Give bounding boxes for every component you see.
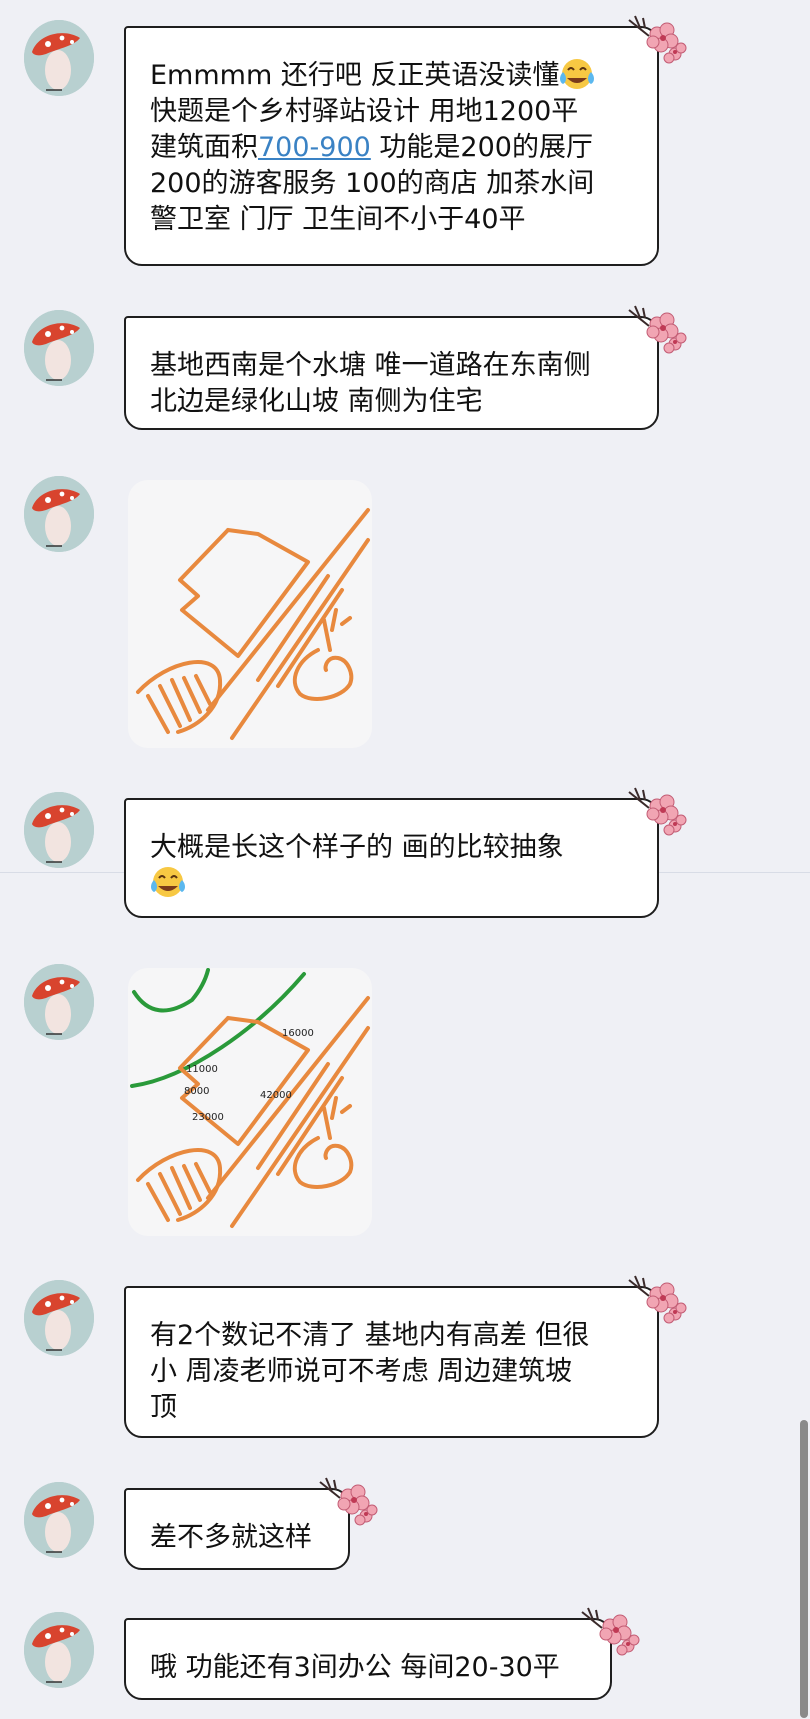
avatar[interactable] — [24, 964, 94, 1040]
message-text: 快题是个乡村驿站设计 用地1200平 — [150, 96, 579, 127]
avatar[interactable] — [24, 310, 94, 386]
flower-icon — [623, 14, 689, 74]
scrollbar[interactable] — [800, 1420, 808, 1718]
message-text: 大概是长这个样子的 画的比较抽象 — [150, 832, 564, 863]
message-bubble[interactable]: 基地西南是个水塘 唯一道路在东南侧 北边是绿化山坡 南侧为住宅 — [124, 316, 659, 430]
avatar[interactable] — [24, 1482, 94, 1558]
flower-icon — [314, 1476, 380, 1536]
message-bubble[interactable]: Emmmm 还行吧 反正英语没读懂 快题是个乡村驿站设计 用地1200平 建筑面… — [124, 26, 659, 266]
dimension-label: 16000 — [282, 1028, 314, 1039]
flower-icon — [623, 304, 689, 364]
message-bubble[interactable]: 大概是长这个样子的 画的比较抽象 — [124, 798, 659, 918]
message-text: 差不多就这样 — [150, 1522, 312, 1553]
message-text: 建筑面积 — [150, 132, 258, 163]
area-link[interactable]: 700-900 — [258, 132, 371, 163]
avatar[interactable] — [24, 792, 94, 868]
flower-icon — [623, 1274, 689, 1334]
message-text: 小 周凌老师说可不考虑 周边建筑坡 — [150, 1356, 573, 1387]
dimension-label: 42000 — [260, 1090, 292, 1101]
message-text: Emmmm 还行吧 反正英语没读懂 — [150, 60, 560, 91]
flower-icon — [576, 1606, 642, 1666]
laughing-emoji-icon — [150, 866, 186, 898]
message-text: 哦 功能还有3间办公 每间20-30平 — [150, 1652, 560, 1683]
message-text: 警卫室 门厅 卫生间不小于40平 — [150, 204, 526, 235]
message-bubble[interactable]: 有2个数记不清了 基地内有高差 但很 小 周凌老师说可不考虑 周边建筑坡 顶 — [124, 1286, 659, 1438]
message-text: 北边是绿化山坡 南侧为住宅 — [150, 386, 483, 417]
message-text: 基地西南是个水塘 唯一道路在东南侧 — [150, 350, 591, 381]
dimension-label: 23000 — [192, 1112, 224, 1123]
annotated-site-sketch-image[interactable]: 16000 11000 8000 42000 23000 — [128, 968, 372, 1236]
avatar[interactable] — [24, 20, 94, 96]
message-text: 功能是200的展厅 — [379, 132, 593, 163]
dimension-label: 11000 — [186, 1064, 218, 1075]
message-text: 200的游客服务 100的商店 加茶水间 — [150, 168, 595, 199]
dimension-label: 8000 — [184, 1086, 209, 1097]
avatar[interactable] — [24, 1612, 94, 1688]
avatar[interactable] — [24, 1280, 94, 1356]
message-bubble[interactable]: 差不多就这样 — [124, 1488, 350, 1570]
message-bubble[interactable]: 哦 功能还有3间办公 每间20-30平 — [124, 1618, 612, 1700]
message-text: 顶 — [150, 1392, 177, 1423]
laughing-emoji-icon — [559, 58, 595, 90]
flower-icon — [623, 786, 689, 846]
site-sketch-image[interactable] — [128, 480, 372, 748]
message-text: 有2个数记不清了 基地内有高差 但很 — [150, 1320, 590, 1351]
avatar[interactable] — [24, 476, 94, 552]
